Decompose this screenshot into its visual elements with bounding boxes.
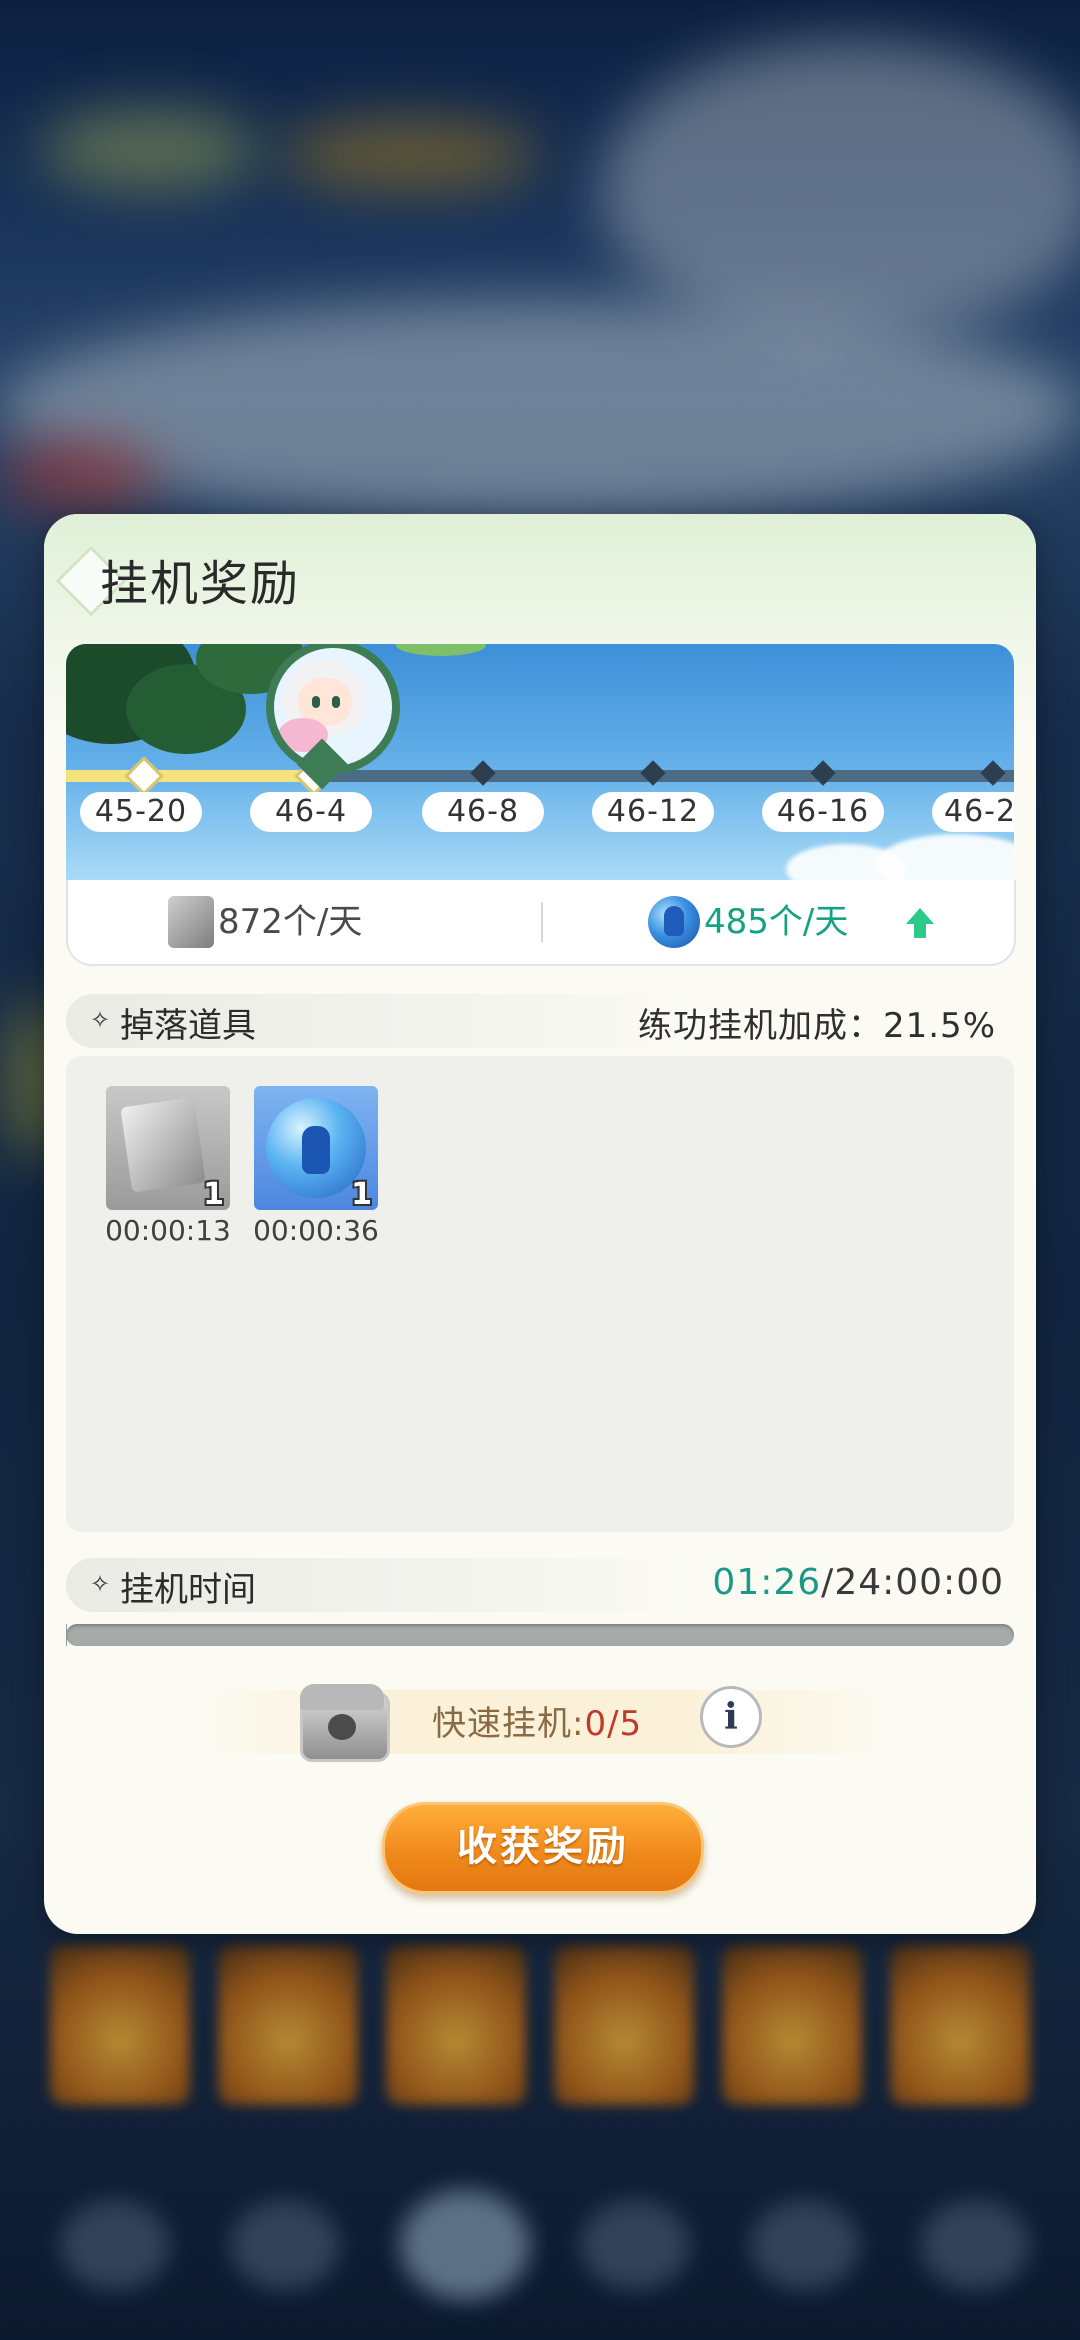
- sparkle-icon: [90, 1570, 110, 1600]
- stage-label: 46-12: [592, 792, 714, 832]
- idle-separator: /: [821, 1562, 835, 1603]
- stage-node-cleared: [124, 756, 164, 796]
- drops-grid: 1 00:00:13 1 00:00:36: [66, 1056, 1014, 1532]
- item-count: 1: [203, 1177, 224, 1212]
- idle-bonus-label: 练功挂机加成：: [637, 1006, 883, 1046]
- item-drop-time: 00:00:13: [105, 1214, 231, 1247]
- avatar-eye: [312, 696, 320, 708]
- leaf-decoration: [396, 644, 486, 656]
- reward-rates-row: 872个/天 485个/天: [66, 880, 1016, 966]
- drops-section-title: 掉落道具: [120, 1006, 256, 1046]
- quick-idle-label: 快速挂机:: [432, 1704, 585, 1744]
- skill-book-icon: [168, 896, 214, 948]
- idle-reward-dialog: 挂机奖励 45-20 46-4 46-8 46-12 46-16 46-2 87…: [44, 514, 1036, 1934]
- orb-figure: [302, 1126, 330, 1174]
- chest-lid: [300, 1684, 384, 1710]
- drop-item-skill-book[interactable]: 1: [106, 1086, 230, 1212]
- stage-label: 45-20: [80, 792, 202, 832]
- cloud-decoration: [876, 834, 1014, 880]
- idle-bonus-value: 21.5%: [882, 1006, 996, 1046]
- stage-label: 46-8: [422, 792, 544, 832]
- stage-progress-banner: 45-20 46-4 46-8 46-12 46-16 46-2: [66, 644, 1014, 880]
- idle-max: 24:00:00: [834, 1562, 1004, 1603]
- chest-icon: [294, 1670, 390, 1770]
- dialog-title: 挂机奖励: [100, 556, 301, 612]
- quick-idle-button[interactable]: 快速挂机:0/5: [432, 1696, 642, 1745]
- spirit-orb-icon: [648, 896, 700, 948]
- idle-elapsed: 01:26: [712, 1562, 822, 1603]
- idle-time-title: 挂机时间: [120, 1570, 256, 1610]
- item-count: 1: [351, 1177, 372, 1212]
- quick-idle-count: 0/5: [584, 1704, 643, 1744]
- orb-figure: [664, 906, 684, 936]
- collect-rewards-button[interactable]: 收获奖励: [382, 1802, 704, 1894]
- up-arrow-icon: [906, 908, 934, 938]
- stage-track-progress: [66, 770, 312, 782]
- orb-rate: 485个/天: [704, 902, 849, 942]
- avatar-eye: [332, 696, 340, 708]
- idle-bonus: 练功挂机加成：21.5%: [638, 998, 996, 1047]
- rate-divider: [541, 902, 543, 942]
- book-rate: 872个/天: [218, 902, 363, 942]
- idle-progress-fill: [66, 1624, 67, 1646]
- idle-progress-bar: [66, 1624, 1014, 1646]
- idle-time-value: 01:26/24:00:00: [712, 1562, 1004, 1603]
- stage-label: 46-4: [250, 792, 372, 832]
- stage-label: 46-2: [932, 792, 1014, 832]
- info-icon[interactable]: i: [700, 1686, 762, 1748]
- stage-label: 46-16: [762, 792, 884, 832]
- item-drop-time: 00:00:36: [253, 1214, 379, 1247]
- chest-emblem: [328, 1714, 356, 1740]
- skill-book-icon: [120, 1097, 206, 1193]
- sparkle-icon: [90, 1006, 110, 1036]
- drop-item-spirit-orb[interactable]: 1: [254, 1086, 378, 1212]
